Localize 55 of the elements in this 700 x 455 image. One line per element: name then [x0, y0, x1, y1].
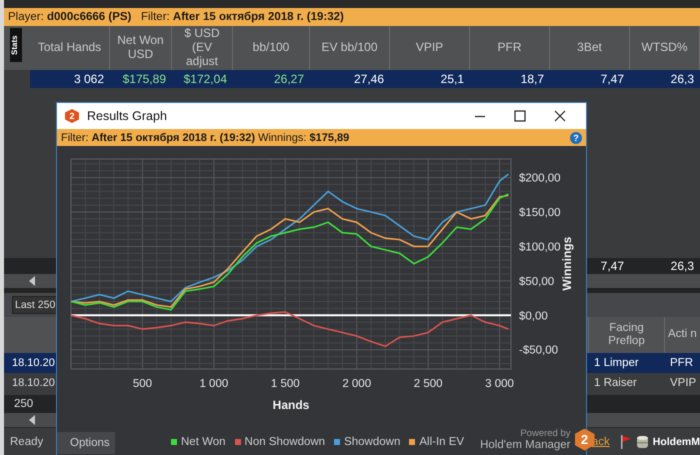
x-tick-label: 2 500 [414, 378, 443, 390]
logo-badge: 2 [65, 109, 79, 123]
legend-label: Showdown [344, 436, 400, 448]
table-row[interactable]: 3 062 $175,89 $172,04 26,27 27,46 25,1 18,7 7,47 26,3 [30, 70, 700, 88]
table-cell-text: VPIP [669, 377, 698, 389]
range-dropdown[interactable]: Last 250 [12, 296, 58, 314]
table-cell-text: 26,27 [272, 72, 305, 86]
table-cell-text: 1 Raiser [593, 377, 638, 389]
table-cell-text: 1 Limper [593, 357, 640, 369]
logo-badge: 2 [574, 428, 595, 450]
app-name[interactable]: HoldemM [652, 436, 700, 448]
window-title: Results Graph [87, 109, 167, 123]
y-tick-label: $50,00 [519, 276, 554, 288]
status-text: Ready [10, 436, 44, 448]
close-icon[interactable] [554, 110, 566, 122]
legend-label: All-In EV [419, 436, 464, 448]
x-tick-label: 500 [132, 378, 152, 390]
y-tick-label: $200,00 [519, 172, 561, 185]
stats-tab[interactable]: Stats [10, 28, 22, 62]
filter-text: Player: d000c6666 (PS) Filter: After 15 октября 2018 г. (19:32) [8, 11, 344, 23]
y-tick-label: $150,00 [519, 207, 561, 220]
options-button[interactable]: Options [57, 432, 115, 454]
table-cell-text: PFR [669, 357, 694, 369]
table-cell-text: 18.10.20 [11, 357, 55, 369]
y-tick-label: -$50,00 [519, 344, 558, 357]
maximize-icon[interactable] [514, 110, 526, 122]
x-tick-label: 3 000 [485, 378, 514, 390]
table-cell-text: 250 [13, 398, 34, 410]
y-tick-label: $0,00 [519, 310, 548, 322]
help-icon[interactable]: ? [570, 132, 582, 144]
x-axis-label: Hands [272, 398, 310, 412]
table-cell-text: 18.10.20 [11, 377, 55, 389]
table-cell-text: 3 062 [72, 72, 105, 86]
table-cell-text: 26,3 [670, 259, 695, 273]
left-arrow-icon[interactable] [28, 415, 36, 425]
x-tick-label: 2 000 [342, 378, 372, 390]
table-cell-text: $172,04 [182, 72, 228, 86]
database-icon[interactable] [636, 434, 648, 448]
legend-label: Non Showdown [244, 436, 326, 448]
table-cell-text: 27,46 [352, 72, 385, 86]
table-cell-text: $175,89 [122, 72, 167, 86]
x-tick-label: 1 000 [199, 378, 228, 390]
powered-by-caption: Powered by [520, 428, 571, 439]
left-arrow-icon[interactable] [28, 276, 36, 286]
flag-icon[interactable] [620, 434, 632, 448]
legend-label: Net Won [181, 436, 226, 448]
product-name: Hold'em Manager [480, 439, 571, 451]
table-cell-text: 18,7 [520, 72, 545, 86]
table-cell-text: 25,1 [440, 72, 465, 86]
y-axis-label: Winnings [560, 236, 574, 291]
table-cell-text: 7,47 [600, 72, 625, 86]
y-tick-label: $100,00 [519, 241, 561, 254]
table-cell-text: 26,3 [670, 72, 695, 86]
x-tick-label: 1 500 [270, 378, 300, 390]
filter-text: Filter: After 15 октября 2018 г. (19:32) Winnings: $175,89 [61, 132, 350, 144]
